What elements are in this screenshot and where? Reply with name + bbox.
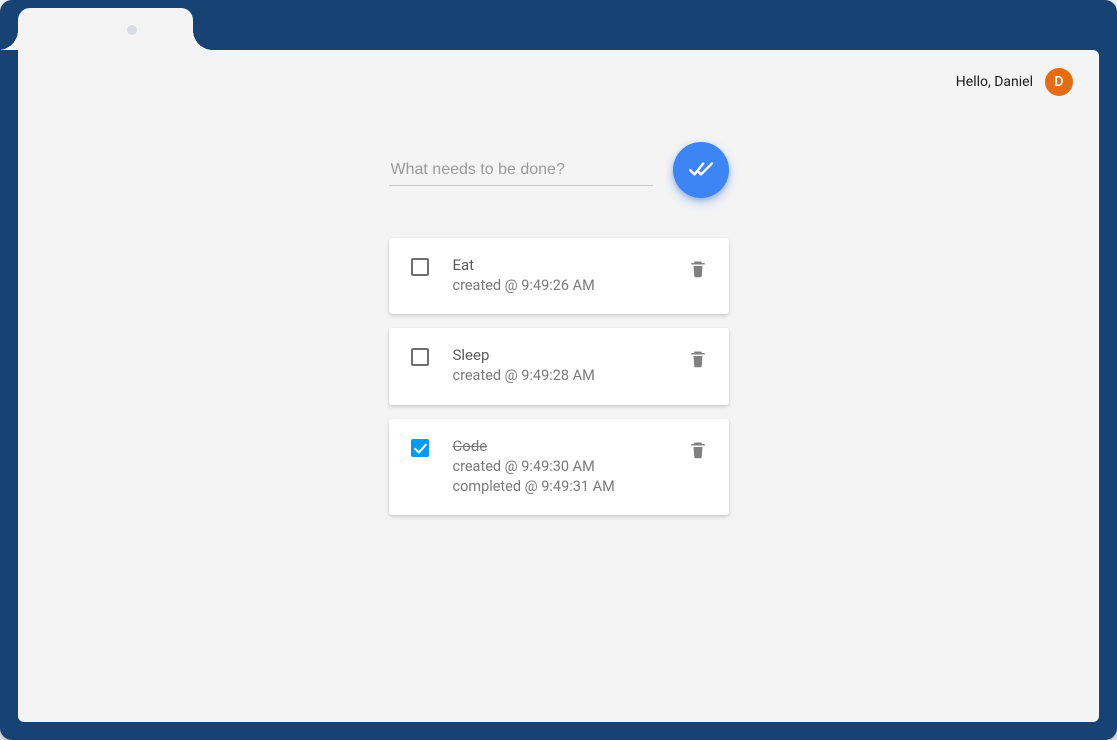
trash-icon bbox=[689, 355, 707, 374]
todo-checkbox[interactable] bbox=[411, 258, 429, 276]
todo-title: Eat bbox=[453, 256, 665, 274]
todo-completed-meta: completed @ 9:49:31 AM bbox=[453, 477, 665, 497]
todo-body: Sleep created @ 9:49:28 AM bbox=[453, 346, 665, 386]
todo-created-meta: created @ 9:49:28 AM bbox=[453, 366, 665, 386]
app-header: Hello, Daniel D bbox=[18, 50, 1099, 96]
todo-title: Sleep bbox=[453, 346, 665, 364]
todo-title: Code bbox=[453, 437, 665, 455]
todo-list: Eat created @ 9:49:26 AM Sleep created @ 9:… bbox=[389, 238, 729, 515]
todo-created-meta: created @ 9:49:26 AM bbox=[453, 276, 665, 296]
app-viewport: Hello, Daniel D Eatcreated @ 9:49:26 AMS bbox=[18, 50, 1099, 722]
todo-created-meta: created @ 9:49:30 AM bbox=[453, 457, 665, 477]
add-todo-button[interactable] bbox=[673, 142, 729, 198]
tab-row bbox=[0, 0, 1117, 50]
greeting-text: Hello, Daniel bbox=[956, 74, 1033, 90]
tab-loading-dot bbox=[127, 25, 137, 35]
todo-card: Sleep created @ 9:49:28 AM bbox=[389, 328, 729, 404]
avatar-letter: D bbox=[1054, 74, 1063, 90]
browser-tab[interactable] bbox=[18, 8, 193, 50]
avatar[interactable]: D bbox=[1045, 68, 1073, 96]
browser-frame: Hello, Daniel D Eatcreated @ 9:49:26 AMS bbox=[0, 0, 1117, 740]
todo-card: Code created @ 9:49:30 AMcompleted @ 9:49… bbox=[389, 419, 729, 516]
main-column: Eat created @ 9:49:26 AM Sleep created @ 9:… bbox=[389, 142, 729, 515]
trash-icon bbox=[689, 265, 707, 284]
todo-checkbox[interactable] bbox=[411, 439, 429, 457]
delete-todo-button[interactable] bbox=[689, 348, 707, 370]
todo-body: Eat created @ 9:49:26 AM bbox=[453, 256, 665, 296]
delete-todo-button[interactable] bbox=[689, 258, 707, 280]
todo-body: Code created @ 9:49:30 AMcompleted @ 9:49… bbox=[453, 437, 665, 498]
double-check-icon bbox=[688, 156, 714, 185]
delete-todo-button[interactable] bbox=[689, 439, 707, 461]
todo-card: Eat created @ 9:49:26 AM bbox=[389, 238, 729, 314]
new-todo-row bbox=[389, 142, 729, 198]
trash-icon bbox=[689, 446, 707, 465]
new-todo-input[interactable] bbox=[389, 155, 653, 186]
todo-checkbox[interactable] bbox=[411, 348, 429, 366]
